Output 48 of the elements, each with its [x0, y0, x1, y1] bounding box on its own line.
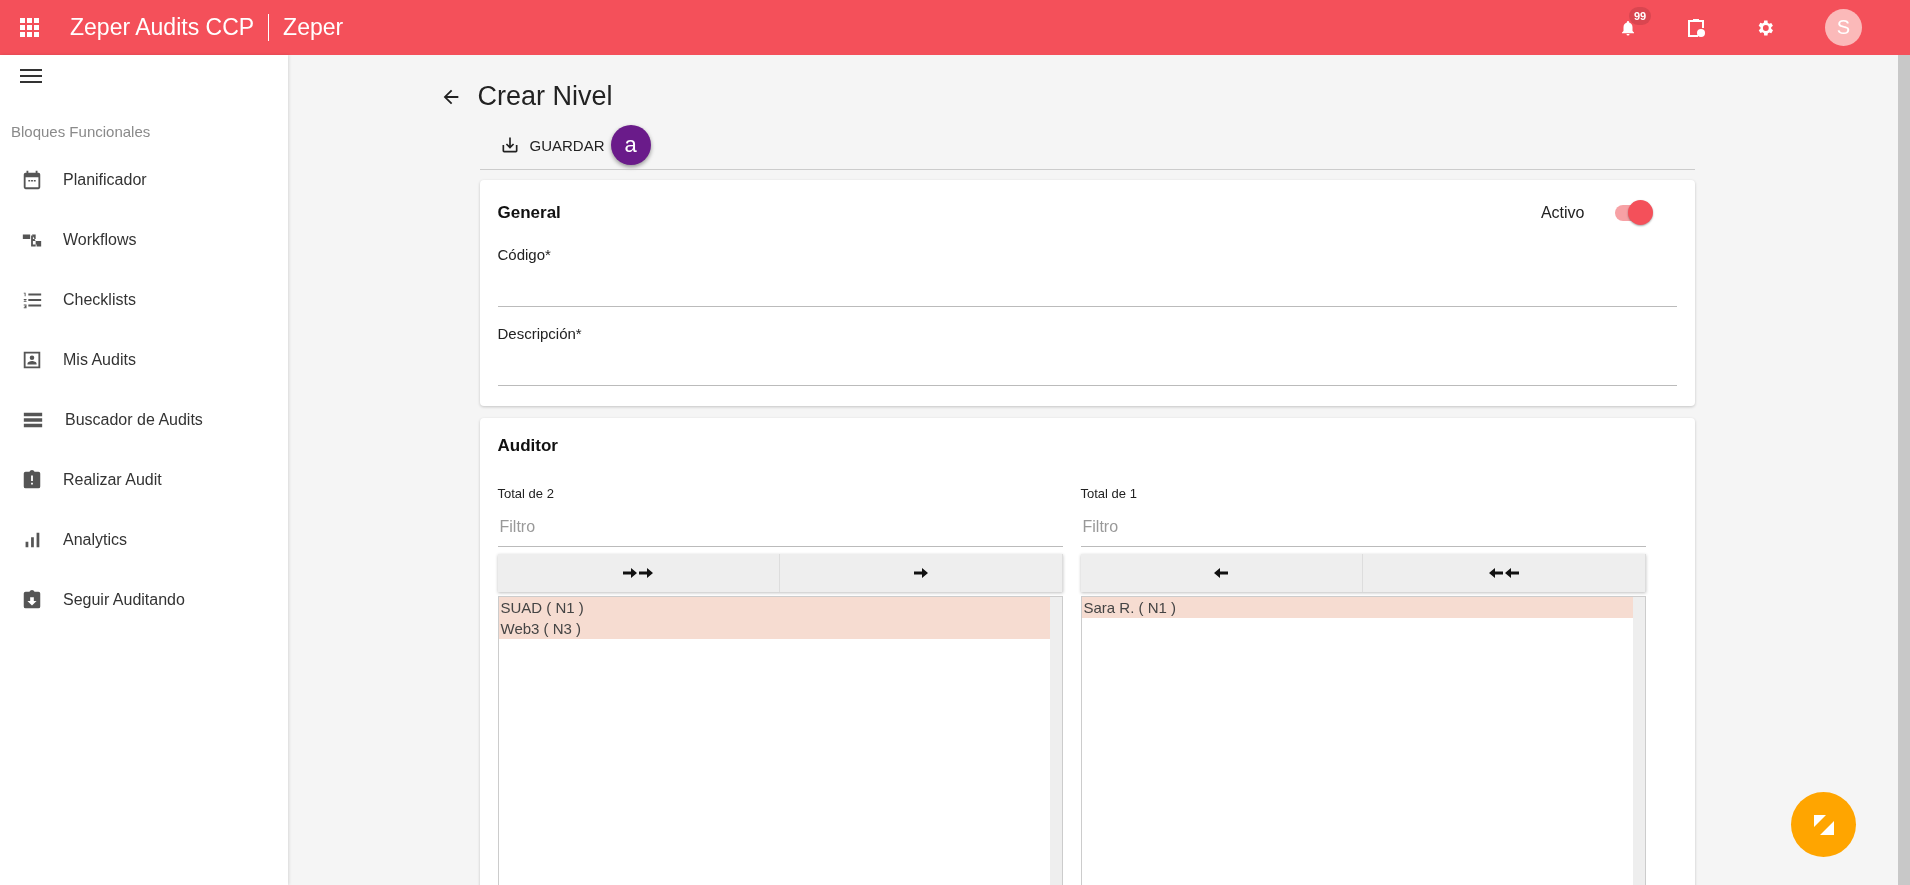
arrow-right-icon: [639, 567, 654, 579]
sidebar-item-label: Buscador de Audits: [65, 411, 203, 429]
notification-count: 99: [1629, 6, 1652, 25]
sidebar-item[interactable]: Mis Audits: [0, 330, 288, 390]
sidebar-item-label: Checklists: [63, 291, 136, 309]
sidebar-item[interactable]: Planificador: [0, 150, 288, 210]
list-item[interactable]: Sara R. ( N1 ): [1081, 597, 1633, 618]
card-title: General: [497, 203, 561, 223]
arrow-left-icon: [1488, 567, 1503, 579]
sidebar-item-label: Mis Audits: [63, 351, 136, 369]
square-diagonal-icon: [1813, 814, 1834, 835]
contact-card-icon: [21, 349, 43, 371]
field-label: Código*: [497, 246, 552, 263]
list-item[interactable]: SUAD ( N1 ): [498, 597, 1050, 618]
sidebar-item[interactable]: Analytics: [0, 510, 288, 570]
card-title: Auditor: [497, 436, 559, 456]
arrow-left-icon: [1214, 567, 1229, 579]
menu-icon[interactable]: [20, 67, 42, 85]
app-title: Zeper Audits CCP: [70, 14, 270, 41]
apps-grid-icon[interactable]: [20, 17, 40, 38]
sidebar-item[interactable]: Realizar Audit: [0, 450, 288, 510]
overlay-badge: a: [610, 125, 651, 165]
field-label: Descripción*: [497, 325, 583, 342]
clipboard-alert-icon: [21, 469, 43, 491]
save-button[interactable]: GUARDAR: [499, 135, 605, 155]
clipboard-clock-icon[interactable]: [1687, 17, 1705, 38]
sidebar-item-label: Analytics: [63, 531, 128, 549]
calendar-icon: [21, 169, 43, 191]
switch-label: Activo: [1540, 204, 1585, 222]
arrow-left-icon: [1504, 567, 1519, 579]
sidebar-item-label: Realizar Audit: [63, 471, 162, 489]
clipboard-download-icon: [21, 589, 43, 611]
sidebar-item-label: Planificador: [63, 171, 147, 189]
sidebar-item[interactable]: Seguir Auditando: [0, 570, 288, 630]
total-count: Total de 2: [497, 486, 555, 501]
sidebar-item-label: Workflows: [63, 231, 137, 249]
list-item[interactable]: Web3 ( N3 ): [498, 618, 1050, 639]
sidebar-item[interactable]: Checklists: [0, 270, 288, 330]
sidebar-section-title: Bloques Funcionales: [11, 123, 152, 140]
sidebar-item[interactable]: Workflows: [0, 210, 288, 270]
total-count: Total de 1: [1080, 486, 1138, 501]
company-name: Zeper: [283, 14, 344, 41]
page-title: Crear Nivel: [477, 81, 613, 112]
bell-icon[interactable]: [1619, 18, 1637, 37]
arrow-right-icon: [623, 567, 638, 579]
arrow-right-icon: [913, 567, 928, 579]
sidebar-item[interactable]: Buscador de Audits: [0, 390, 288, 450]
sidebar-item-label: Seguir Auditando: [63, 591, 185, 609]
